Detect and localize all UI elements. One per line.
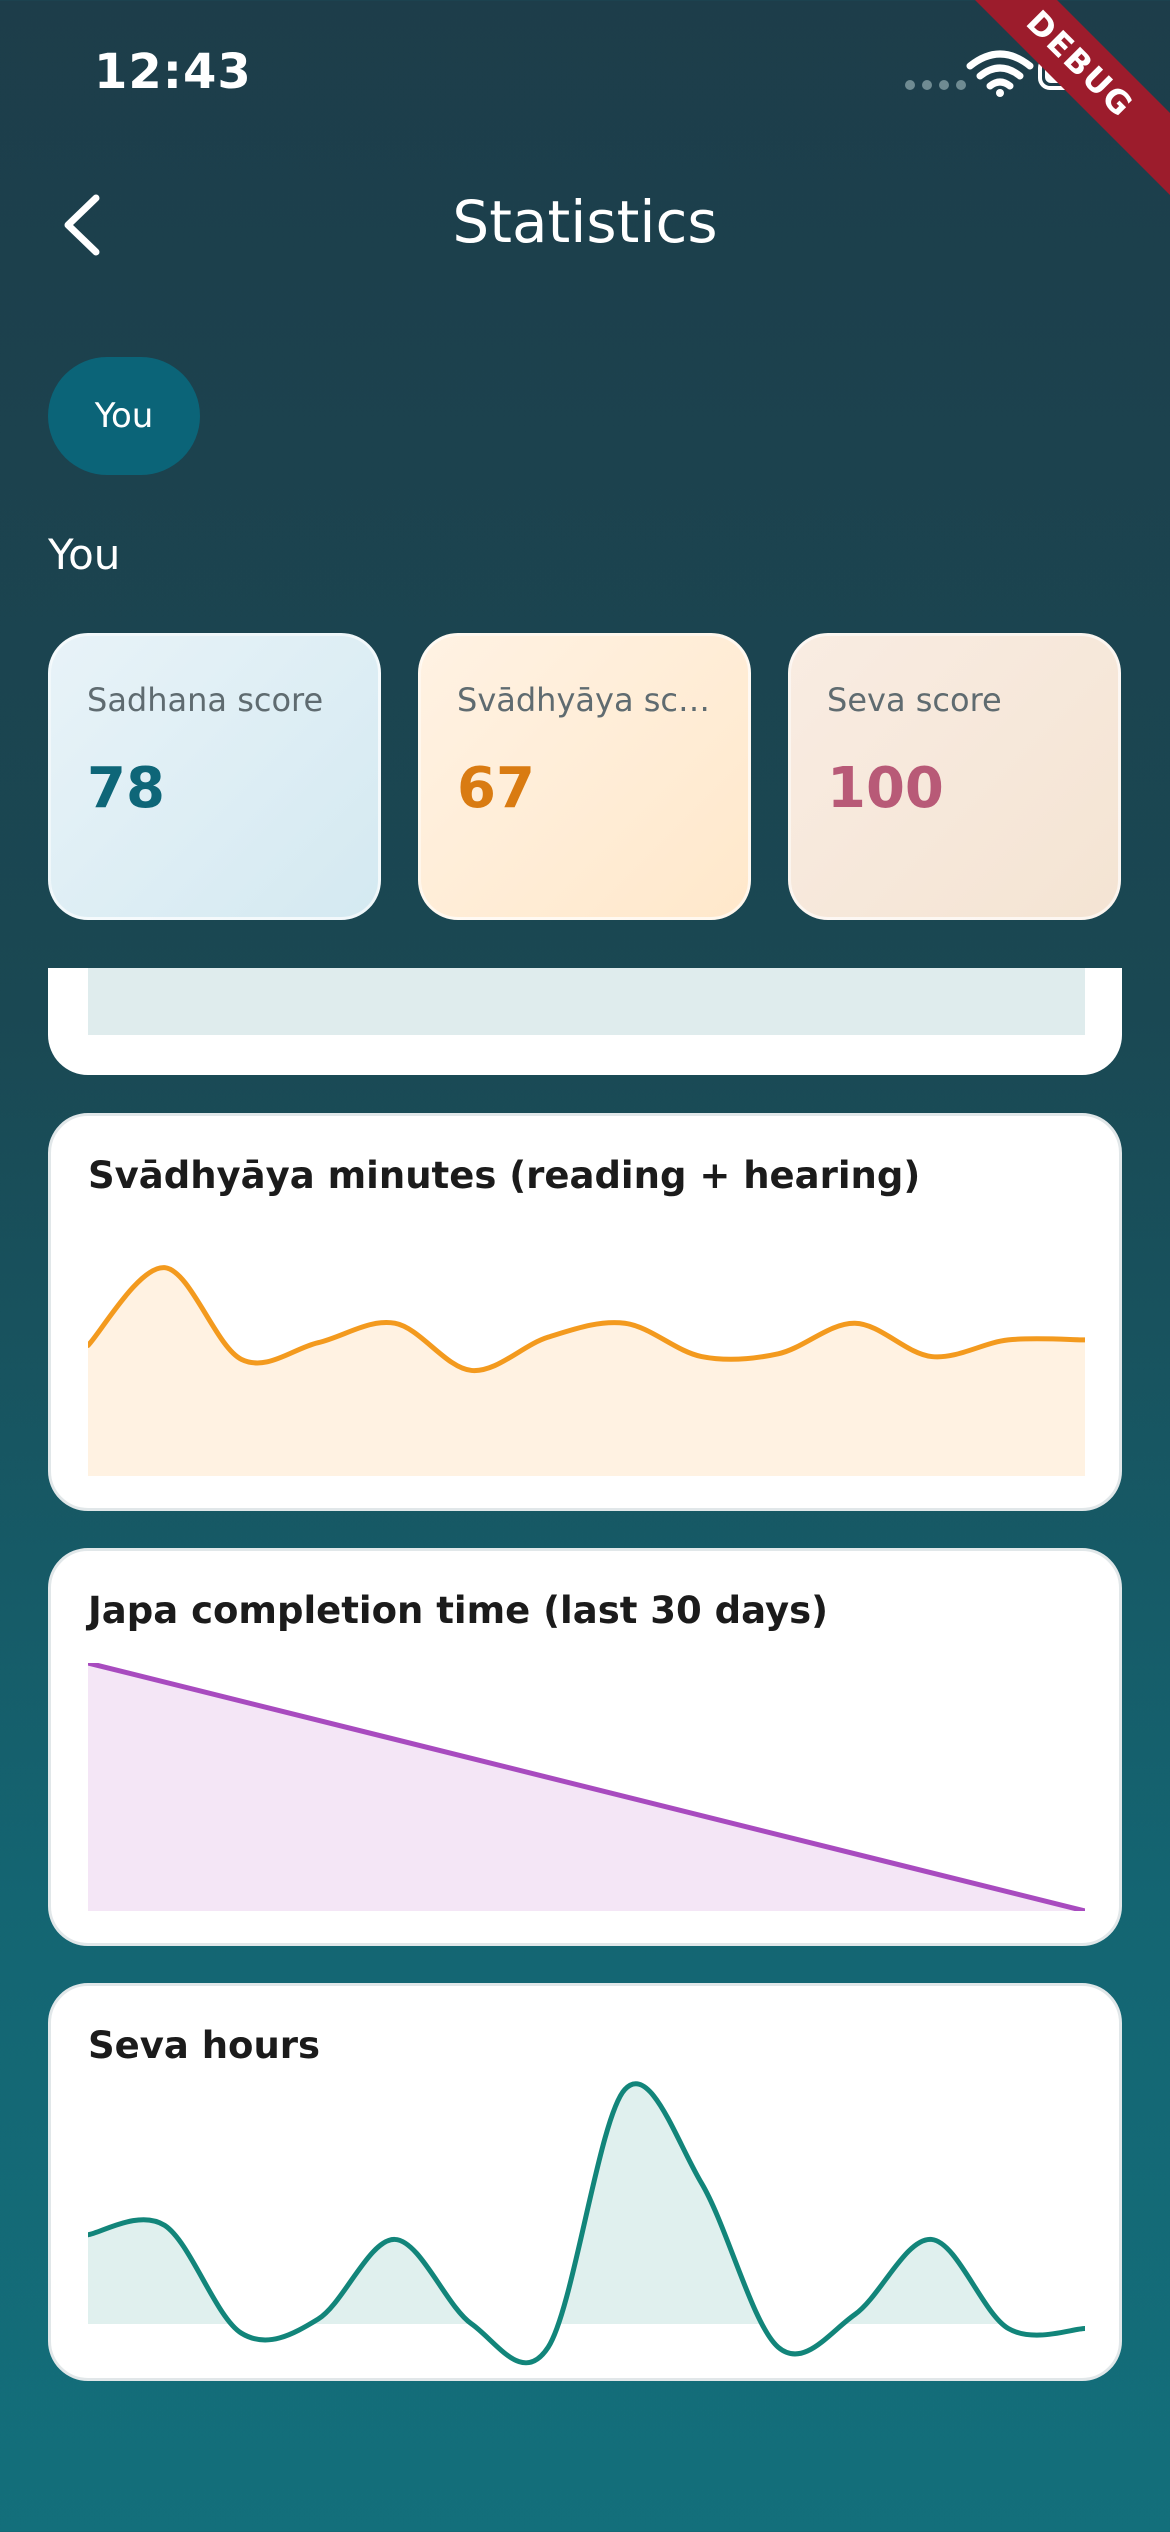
japa-completion-chart: [88, 1663, 1085, 1911]
score-value: 67: [457, 756, 535, 821]
user-filter-chip[interactable]: You: [48, 357, 200, 475]
seva-score-card[interactable]: Seva score 100: [788, 633, 1121, 920]
score-label: Sadhana score: [87, 681, 324, 719]
chart-area-fill: [88, 2083, 1085, 2324]
svadhyaya-minutes-chart-card: Svādhyāya minutes (reading + hearing): [48, 1113, 1122, 1511]
wifi-icon: [966, 50, 1034, 97]
chart-title: Seva hours: [88, 2024, 321, 2067]
svadhyaya-minutes-chart: [88, 1265, 1085, 1476]
partial-chart-area: [88, 968, 1085, 1035]
app-bar: Statistics: [0, 150, 1170, 300]
score-label: Svādhyāya score: [457, 681, 727, 719]
status-time: 12:43: [94, 44, 252, 100]
chart-area-fill: [88, 1267, 1085, 1476]
chart-title: Japa completion time (last 30 days): [88, 1589, 829, 1632]
svadhyaya-score-card[interactable]: Svādhyāya score 67: [418, 633, 751, 920]
page-title: Statistics: [452, 188, 718, 256]
seva-hours-chart-card: Seva hours: [48, 1983, 1122, 2381]
status-bar: 12:43 DEBUG: [0, 0, 1170, 205]
partial-chart-card: [48, 968, 1122, 1075]
score-value: 78: [87, 756, 165, 821]
japa-completion-chart-card: Japa completion time (last 30 days): [48, 1548, 1122, 1946]
score-value: 100: [827, 756, 944, 821]
chart-title: Svādhyāya minutes (reading + hearing): [88, 1154, 921, 1197]
sadhana-score-card[interactable]: Sadhana score 78: [48, 633, 381, 920]
score-label: Seva score: [827, 681, 1002, 719]
section-label: You: [48, 530, 121, 579]
cellular-signal-icon: [905, 80, 966, 90]
seva-hours-chart: [88, 2081, 1085, 2366]
